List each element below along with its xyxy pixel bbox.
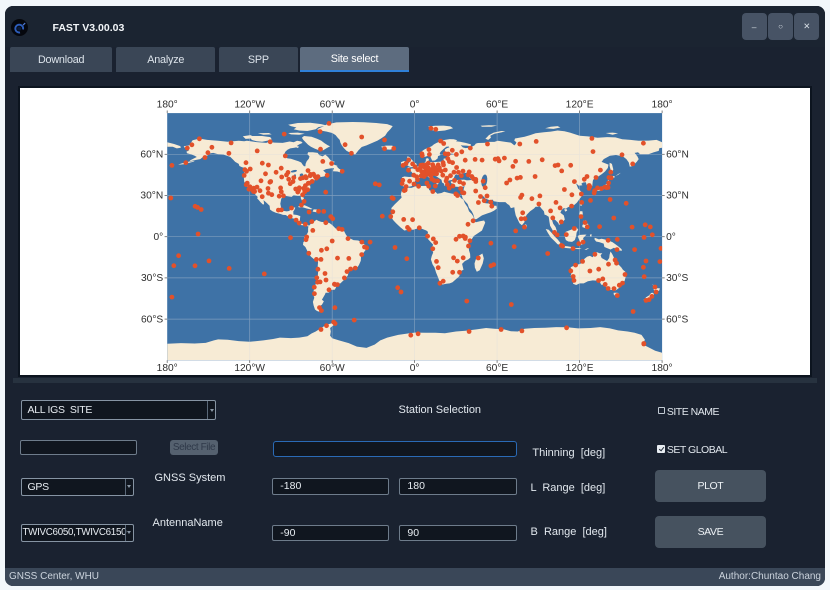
svg-text:60°N: 60°N (141, 150, 164, 161)
svg-text:0°: 0° (154, 232, 164, 243)
svg-text:30°S: 30°S (666, 273, 688, 284)
svg-text:60°E: 60°E (486, 363, 508, 374)
svg-text:120°W: 120°W (235, 100, 266, 111)
svg-text:120°E: 120°E (566, 363, 594, 374)
svg-text:60°W: 60°W (320, 100, 345, 111)
svg-text:0°: 0° (410, 100, 420, 111)
svg-text:30°N: 30°N (666, 191, 689, 202)
svg-text:180°: 180° (652, 100, 673, 111)
svg-text:60°E: 60°E (486, 100, 508, 111)
svg-text:0°: 0° (410, 363, 420, 374)
svg-text:120°E: 120°E (566, 100, 594, 111)
svg-text:60°S: 60°S (666, 315, 688, 326)
svg-text:60°W: 60°W (320, 363, 345, 374)
svg-text:180°: 180° (157, 363, 178, 374)
svg-text:180°: 180° (157, 100, 178, 111)
svg-text:30°S: 30°S (141, 273, 163, 284)
svg-text:30°N: 30°N (141, 191, 164, 202)
svg-text:60°N: 60°N (666, 150, 689, 161)
svg-text:120°W: 120°W (235, 363, 266, 374)
svg-text:180°: 180° (652, 363, 673, 374)
svg-text:60°S: 60°S (141, 315, 163, 326)
svg-text:0°: 0° (666, 232, 676, 243)
